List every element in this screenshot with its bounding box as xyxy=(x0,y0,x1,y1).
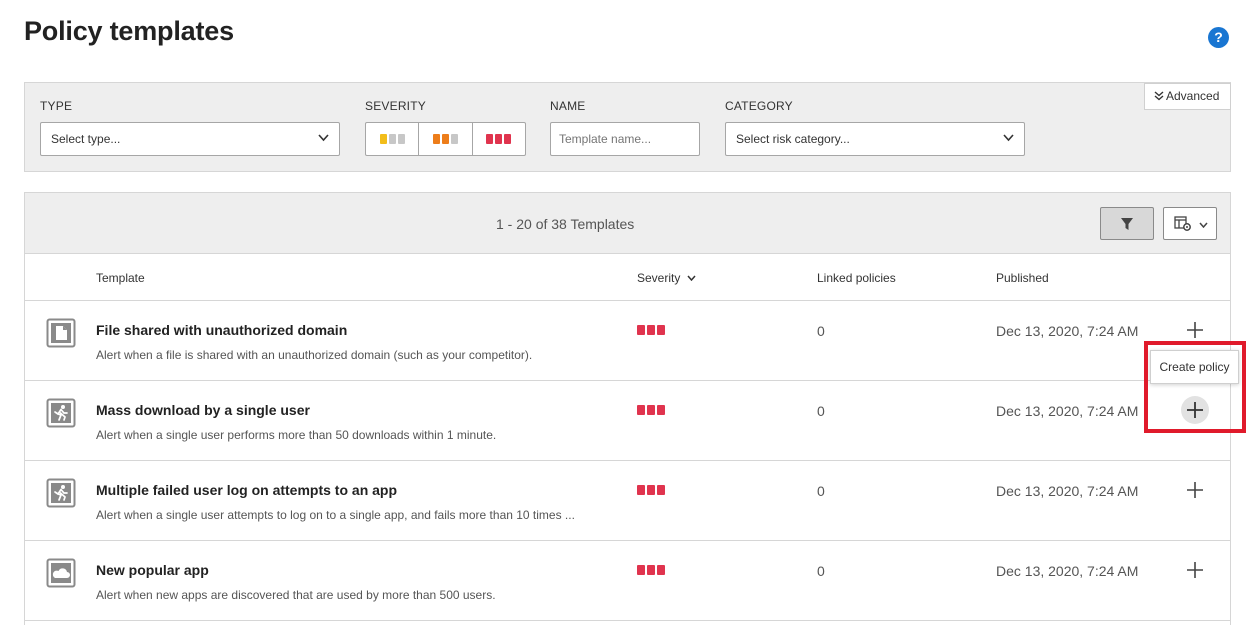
linked-policies-count: 0 xyxy=(817,403,825,419)
table-header: Template Severity Linked policies Publis… xyxy=(25,254,1230,301)
template-description: Alert when a single user attempts to log… xyxy=(96,508,575,522)
header-linked-policies[interactable]: Linked policies xyxy=(817,271,896,285)
category-label: CATEGORY xyxy=(725,99,793,113)
template-name-input[interactable] xyxy=(550,122,700,156)
table-toolbar: 1 - 20 of 38 Templates xyxy=(25,193,1230,254)
header-severity-label: Severity xyxy=(637,271,681,285)
severity-square xyxy=(647,485,655,495)
severity-square xyxy=(647,325,655,335)
severity-high-button[interactable] xyxy=(473,123,525,155)
severity-low-button[interactable] xyxy=(366,123,420,155)
table-row[interactable]: File shared with unauthorized domain Ale… xyxy=(25,301,1230,381)
type-label: TYPE xyxy=(40,99,73,113)
severity-square xyxy=(647,405,655,415)
severity-square xyxy=(657,405,665,415)
linked-policies-count: 0 xyxy=(817,483,825,499)
severity-square xyxy=(647,565,655,575)
template-title[interactable]: Multiple failed user log on attempts to … xyxy=(96,482,397,498)
plus-icon xyxy=(1187,482,1203,498)
chevron-down-icon xyxy=(1003,134,1014,142)
severity-square xyxy=(657,485,665,495)
severity-square xyxy=(637,565,645,575)
template-description: Alert when a single user performs more t… xyxy=(96,428,497,442)
sort-chevron-icon xyxy=(687,275,696,282)
help-icon[interactable]: ? xyxy=(1208,27,1229,48)
chevron-down-icon xyxy=(318,134,329,142)
plus-icon xyxy=(1187,562,1203,578)
funnel-icon xyxy=(1121,218,1133,230)
create-policy-button[interactable] xyxy=(1181,316,1209,344)
user-activity-icon xyxy=(46,478,76,508)
column-settings-button[interactable] xyxy=(1163,207,1217,240)
header-severity[interactable]: Severity xyxy=(637,271,696,285)
severity-square xyxy=(397,134,405,144)
type-select[interactable]: Select type... xyxy=(40,122,340,156)
linked-policies-count: 0 xyxy=(817,323,825,339)
severity-indicator xyxy=(637,565,665,575)
name-label: NAME xyxy=(550,99,586,113)
create-policy-button[interactable] xyxy=(1181,556,1209,584)
published-date: Dec 13, 2020, 7:24 AM xyxy=(996,403,1139,419)
header-published[interactable]: Published xyxy=(996,271,1049,285)
filter-toggle-button[interactable] xyxy=(1100,207,1154,240)
severity-square xyxy=(486,134,494,144)
severity-square xyxy=(504,134,512,144)
templates-table: 1 - 20 of 38 Templates Template Severity… xyxy=(24,192,1231,625)
table-row[interactable]: New popular app Alert when new apps are … xyxy=(25,541,1230,621)
page-title: Policy templates xyxy=(24,16,234,46)
results-count: 1 - 20 of 38 Templates xyxy=(496,216,635,232)
template-description: Alert when new apps are discovered that … xyxy=(96,588,496,602)
severity-square xyxy=(388,134,396,144)
severity-square xyxy=(495,134,503,144)
severity-square xyxy=(432,134,440,144)
severity-filter xyxy=(365,122,526,156)
published-date: Dec 13, 2020, 7:24 AM xyxy=(996,483,1139,499)
chevron-down-icon xyxy=(1199,222,1208,228)
severity-square xyxy=(637,325,645,335)
template-description: Alert when a file is shared with an unau… xyxy=(96,348,533,362)
severity-indicator xyxy=(637,485,665,495)
highlight-box xyxy=(1144,341,1246,433)
template-title[interactable]: Mass download by a single user xyxy=(96,402,310,418)
user-activity-icon xyxy=(46,398,76,428)
double-chevron-down-icon xyxy=(1154,91,1164,101)
severity-indicator xyxy=(637,405,665,415)
category-select-value: Select risk category... xyxy=(736,132,850,146)
severity-square xyxy=(637,485,645,495)
table-row[interactable]: Mass download by a single user Alert whe… xyxy=(25,381,1230,461)
severity-square xyxy=(657,325,665,335)
severity-medium-button[interactable] xyxy=(419,123,473,155)
header-template[interactable]: Template xyxy=(96,271,145,285)
severity-square xyxy=(450,134,458,144)
file-share-icon xyxy=(46,318,76,348)
type-select-value: Select type... xyxy=(51,132,121,146)
linked-policies-count: 0 xyxy=(817,563,825,579)
published-date: Dec 13, 2020, 7:24 AM xyxy=(996,563,1139,579)
plus-icon xyxy=(1187,322,1203,338)
table-row[interactable]: Multiple failed user log on attempts to … xyxy=(25,461,1230,541)
template-title[interactable]: New popular app xyxy=(96,562,209,578)
advanced-button[interactable]: Advanced xyxy=(1144,83,1231,110)
filter-panel: TYPE Select type... SEVERITY NAME CATEGO… xyxy=(24,82,1231,172)
severity-indicator xyxy=(637,325,665,335)
create-policy-button[interactable] xyxy=(1181,476,1209,504)
advanced-label: Advanced xyxy=(1166,89,1220,103)
severity-label: SEVERITY xyxy=(365,99,426,113)
table-settings-icon xyxy=(1174,216,1191,231)
category-select[interactable]: Select risk category... xyxy=(725,122,1025,156)
severity-square xyxy=(637,405,645,415)
severity-square xyxy=(657,565,665,575)
cloud-app-icon xyxy=(46,558,76,588)
template-title[interactable]: File shared with unauthorized domain xyxy=(96,322,347,338)
severity-square xyxy=(379,134,387,144)
severity-square xyxy=(441,134,449,144)
published-date: Dec 13, 2020, 7:24 AM xyxy=(996,323,1139,339)
